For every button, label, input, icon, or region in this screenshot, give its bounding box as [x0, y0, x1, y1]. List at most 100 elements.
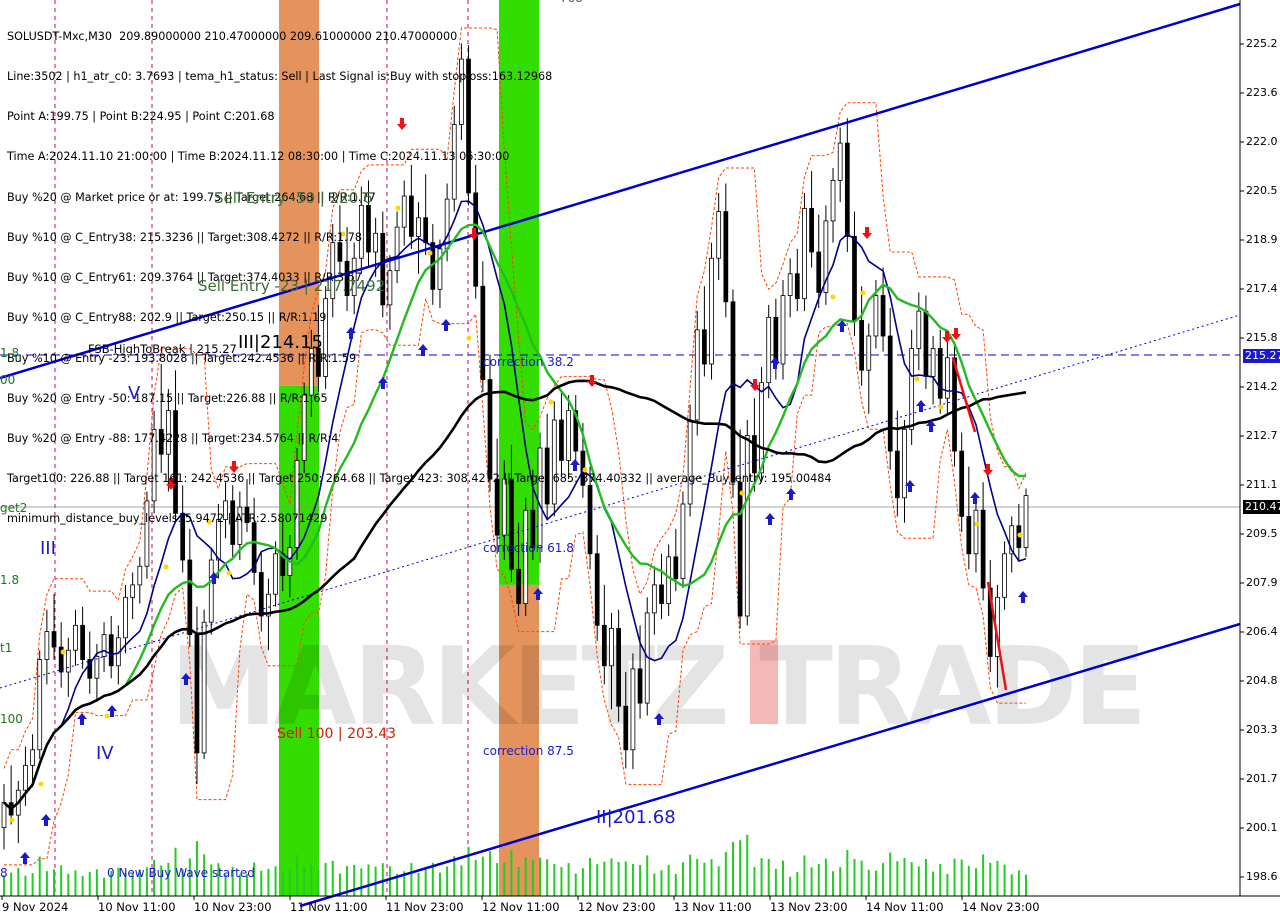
info-line: Line:3502 | h1_atr_c0: 3.7693 | tema_h1_…: [7, 70, 553, 84]
candle-body: [616, 628, 621, 707]
time-tick: 11 Nov 11:00: [290, 900, 368, 914]
candle-body: [208, 559, 214, 623]
wave-iii-label: III: [40, 538, 56, 559]
price-tick: 207.9: [1246, 576, 1278, 589]
price-tick: 222.0: [1246, 135, 1278, 148]
candle-body: [108, 634, 114, 667]
info-line: SOLUSDT-Mxc,M30 209.89000000 210.4700000…: [7, 29, 458, 43]
candle-body: [966, 516, 972, 555]
candle-body: [880, 295, 886, 337]
top-partial-label: 768: [560, 0, 583, 5]
signal-marker: [938, 404, 944, 410]
candle-body: [887, 335, 893, 452]
candle-body: [37, 659, 43, 751]
price-tick: 217.4: [1246, 282, 1278, 295]
candle-body: [945, 357, 950, 399]
info-line: Buy %10 @ C_Entry61: 209.3764 || Target:…: [7, 271, 362, 285]
candle-body: [673, 556, 679, 580]
price-tick: 211.1: [1246, 478, 1278, 491]
candle-body: [609, 628, 614, 667]
signal-marker: [60, 649, 66, 655]
left-edge-label: 1.8: [0, 346, 20, 360]
wave-ii-label: II|201.68: [596, 807, 676, 828]
candle-body: [1023, 495, 1029, 548]
left-edge-label: 1.8: [0, 573, 20, 587]
sell-100-label: Sell 100 | 203.43: [277, 726, 397, 742]
candle-body: [23, 764, 28, 791]
candle-body: [516, 568, 521, 604]
candle-body: [30, 749, 35, 766]
candle-body: [830, 180, 836, 222]
left-edge-label: t1: [0, 641, 13, 655]
signal-marker: [226, 570, 232, 576]
signal-marker: [38, 781, 44, 787]
buy-arrow: [1018, 591, 1028, 603]
price-tick: 198.6: [1246, 870, 1278, 883]
sell-arrow: [983, 464, 993, 476]
candle-body: [923, 310, 929, 377]
candle-body: [1002, 553, 1007, 598]
sell-arrow: [942, 331, 952, 343]
time-tick: 10 Nov 23:00: [194, 900, 272, 914]
buy-arrow: [970, 492, 980, 504]
price-tick: 201.7: [1246, 772, 1278, 785]
buy-arrow: [20, 852, 30, 864]
time-tick: 12 Nov 11:00: [482, 900, 560, 914]
candle-body: [630, 668, 636, 751]
signal-marker: [9, 817, 15, 823]
candle-body: [101, 634, 107, 657]
candle-body: [51, 631, 57, 648]
chart-area[interactable]: MARKETZ TRADE SOLUSDT-Mxc,M30 209.890000…: [0, 0, 1280, 920]
info-line: minimum_distance_buy_levels: 5.9472 | AT…: [7, 512, 328, 526]
correction-87-label: correction 87.5: [483, 744, 574, 758]
price-tick: 203.3: [1246, 723, 1278, 736]
price-tick: 212.7: [1246, 429, 1278, 442]
candle-body: [973, 509, 979, 555]
candle-body: [859, 320, 864, 371]
sell-entry-50-label: Sell Entry -50 | 220.6: [214, 189, 373, 207]
buy-arrow: [77, 713, 87, 725]
candle-body: [123, 596, 128, 639]
candle-body: [980, 509, 986, 589]
time-tick: 14 Nov 23:00: [962, 900, 1040, 914]
price-tick: 200.1: [1246, 821, 1278, 834]
signal-marker: [163, 564, 169, 570]
new-buy-wave-label: 0 New Buy Wave started: [107, 866, 255, 880]
candle-body: [44, 631, 50, 660]
left-edge-label: 100: [0, 712, 23, 726]
info-line: Buy %20 @ Market price or at: 199.75 || …: [7, 190, 376, 204]
info-line: Point A:199.75 | Point B:224.95 | Point …: [7, 110, 275, 124]
fsb-price-marker: 215.27: [1243, 349, 1280, 363]
time-tick: 10 Nov 11:00: [98, 900, 176, 914]
correction-38-label: correction 38.2: [483, 355, 574, 369]
time-tick: 13 Nov 23:00: [770, 900, 848, 914]
signal-marker: [914, 376, 920, 382]
price-tick: 215.8: [1246, 331, 1278, 344]
watermark-bar: [750, 640, 778, 724]
signal-marker: [860, 290, 866, 296]
candle-body: [894, 450, 900, 499]
candle-body: [130, 584, 136, 598]
candle-body: [194, 634, 200, 754]
current-price-marker: 210.47: [1243, 500, 1280, 514]
info-line: Buy %10 @ C_Entry88: 202.9 || Target:250…: [7, 311, 327, 325]
candle-body: [959, 450, 965, 517]
candle-body: [666, 556, 672, 604]
candle-body: [902, 428, 907, 499]
left-edge-label: get2: [0, 501, 28, 515]
info-line: Buy %10 @ C_Entry38: 215.3236 || Target:…: [7, 230, 362, 244]
candle-body: [866, 335, 872, 371]
candle-body: [844, 142, 850, 237]
signal-marker: [1017, 532, 1023, 538]
candle-body: [637, 668, 643, 704]
price-tick: 206.4: [1246, 625, 1278, 638]
price-tick: 223.6: [1246, 86, 1278, 99]
time-tick: 9 Nov 2024: [2, 900, 69, 914]
info-line: Time A:2024.11.10 21:00:00 | Time B:2024…: [7, 150, 510, 164]
time-tick: 14 Nov 11:00: [866, 900, 944, 914]
time-tick: 11 Nov 23:00: [386, 900, 464, 914]
signal-marker: [974, 521, 980, 527]
indicator-info-panel: SOLUSDT-Mxc,M30 209.89000000 210.4700000…: [7, 3, 831, 553]
candle-body: [137, 565, 143, 586]
sell-entry-23-label: Sell Entry -23 | 217.7492: [198, 277, 386, 295]
